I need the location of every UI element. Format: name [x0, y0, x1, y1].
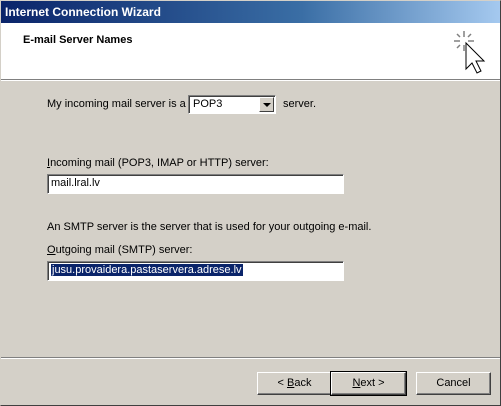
wizard-header: E-mail Server Names	[1, 23, 500, 79]
outgoing-server-field[interactable]: jusu.provaidera.pastaservera.adrese.lv	[47, 261, 344, 281]
incoming-server-field[interactable]: mail.lral.lv	[47, 174, 344, 194]
back-rest: ack	[294, 377, 312, 389]
incoming-server-value: mail.lral.lv	[51, 177, 100, 189]
outgoing-accel: O	[47, 244, 56, 256]
next-button[interactable]: Next >	[330, 371, 407, 396]
back-prefix: <	[277, 377, 287, 389]
cancel-label: Cancel	[436, 377, 471, 389]
dropdown-button[interactable]	[259, 97, 274, 112]
next-rest: ext >	[360, 377, 385, 389]
chevron-down-icon	[263, 103, 271, 107]
header-separator	[1, 79, 500, 81]
incoming-type-label: My incoming mail server is a	[47, 98, 186, 110]
incoming-type-suffix: server.	[283, 98, 317, 110]
title-bar: Internet Connection Wizard	[1, 1, 500, 23]
wizard-window: Internet Connection Wizard E-mail Server…	[0, 0, 501, 406]
outgoing-server-label: Outgoing mail (SMTP) server:	[47, 244, 193, 256]
cancel-button[interactable]: Cancel	[416, 372, 491, 395]
back-button[interactable]: < Back	[257, 372, 332, 395]
incoming-server-type-select[interactable]: POP3	[188, 95, 276, 114]
incoming-server-label: Incoming mail (POP3, IMAP or HTTP) serve…	[47, 157, 269, 169]
outgoing-server-value: jusu.provaidera.pastaservera.adrese.lv	[51, 264, 243, 276]
footer-separator	[1, 357, 500, 359]
page-title: E-mail Server Names	[23, 34, 133, 46]
incoming-server-type-value: POP3	[193, 98, 223, 110]
smtp-description: An SMTP server is the server that is use…	[47, 221, 372, 233]
incoming-label-rest: ncoming mail (POP3, IMAP or HTTP) server…	[50, 157, 269, 169]
window-title: Internet Connection Wizard	[5, 5, 161, 19]
outgoing-label-rest: utgoing mail (SMTP) server:	[55, 244, 193, 256]
wizard-wand-cursor-icon	[454, 31, 486, 74]
